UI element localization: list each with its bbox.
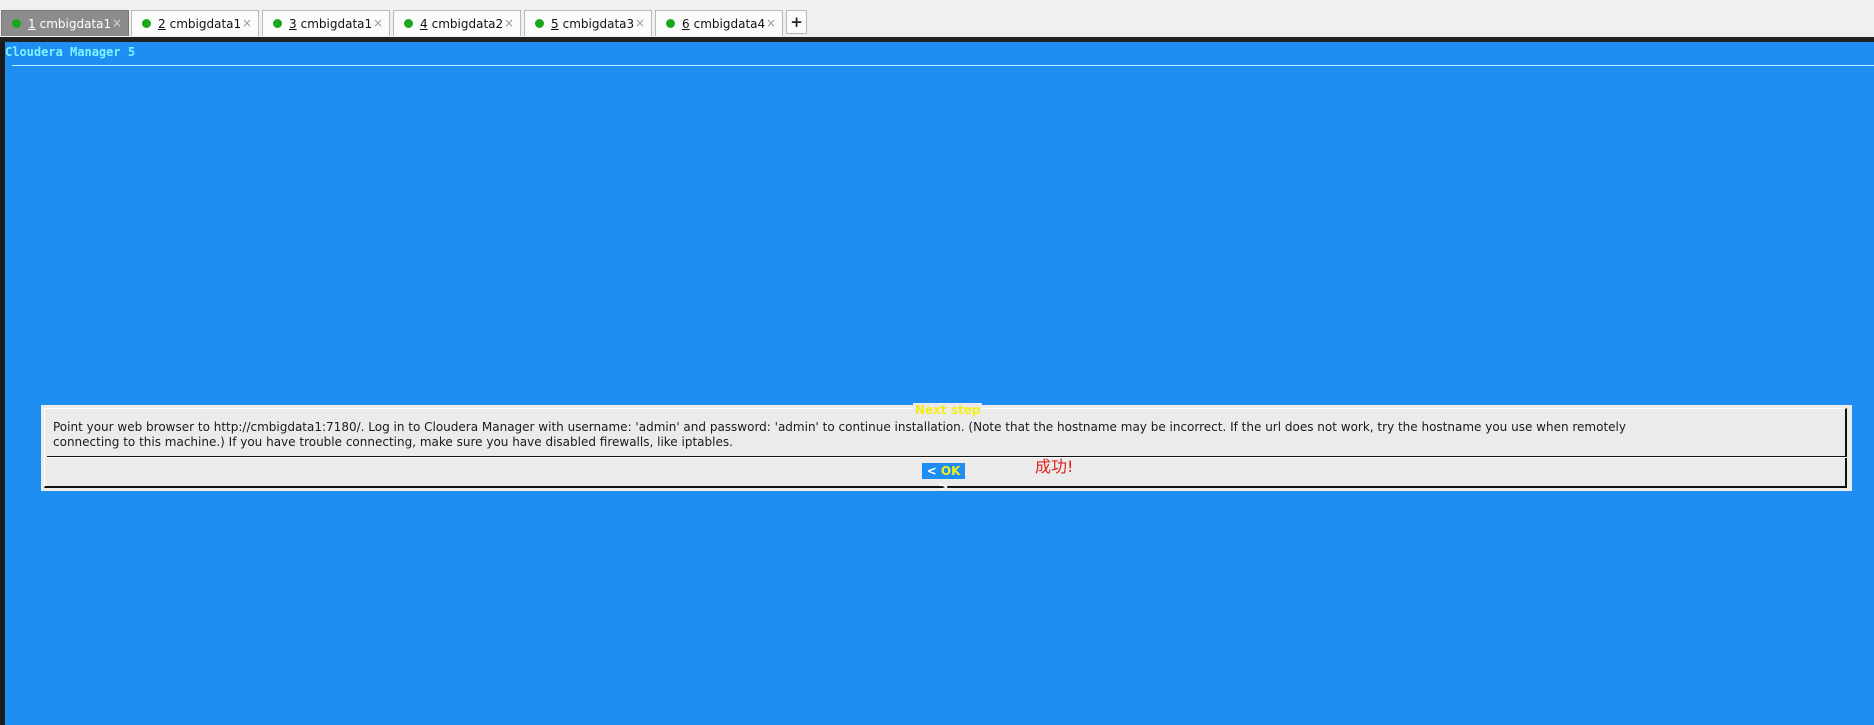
close-icon[interactable]: × (504, 16, 514, 30)
close-icon[interactable]: × (635, 16, 645, 30)
tab-5[interactable]: 5 cmbigdata3 × (524, 10, 652, 36)
tab-label: cmbigdata3 (562, 16, 635, 31)
tab-label: cmbigdata4 (693, 16, 766, 31)
tab-label: cmbigdata1 (39, 16, 112, 31)
tab-number: 1 (28, 16, 36, 31)
ok-left-bracket: < (926, 464, 937, 478)
close-icon[interactable]: × (373, 16, 383, 30)
ok-right-bracket: > (938, 480, 949, 494)
tab-number: 4 (420, 16, 428, 31)
close-icon[interactable]: × (242, 16, 252, 30)
tab-6[interactable]: 6 cmbigdata4 × (655, 10, 783, 36)
close-icon[interactable]: × (766, 16, 776, 30)
connection-status-icon (404, 19, 413, 28)
tab-1[interactable]: 1 cmbigdata1 × (1, 10, 129, 36)
ok-label: OK (940, 464, 961, 478)
success-annotation: 成功! (1035, 457, 1074, 476)
tab-4[interactable]: 4 cmbigdata2 × (393, 10, 521, 36)
close-icon[interactable]: × (112, 16, 122, 30)
backtitle-underline (12, 65, 1874, 66)
backtitle: Cloudera Manager 5 (5, 45, 136, 59)
ok-button[interactable]: < OK > (922, 463, 965, 494)
tab-number: 2 (158, 16, 166, 31)
connection-status-icon (666, 19, 675, 28)
tab-2[interactable]: 2 cmbigdata1 × (131, 10, 259, 36)
dialog-message-line-1: Point your web browser to http://cmbigda… (53, 420, 1626, 434)
dialog-title: Next step (913, 403, 983, 417)
tab-number: 6 (682, 16, 690, 31)
dialog-message-line-2: connecting to this machine.) If you have… (53, 435, 733, 449)
connection-status-icon (142, 19, 151, 28)
connection-status-icon (535, 19, 544, 28)
tab-number: 3 (289, 16, 297, 31)
connection-status-icon (273, 19, 282, 28)
tab-bar: 1 cmbigdata1 × 2 cmbigdata1 × 3 cmbigdat… (0, 0, 1874, 39)
tab-number: 5 (551, 16, 559, 31)
next-step-dialog: Next step Point your web browser to http… (41, 403, 1853, 494)
tab-label: cmbigdata2 (431, 16, 504, 31)
tab-label: cmbigdata1 (300, 16, 373, 31)
new-tab-button[interactable]: + (786, 10, 807, 34)
connection-status-icon (12, 19, 21, 28)
dialog-separator (47, 456, 1847, 458)
dialog-message: Point your web browser to http://cmbigda… (53, 420, 1853, 450)
tab-label: cmbigdata1 (169, 16, 242, 31)
terminal-screen[interactable]: Cloudera Manager 5 (0, 42, 1874, 725)
tab-3[interactable]: 3 cmbigdata1 × (262, 10, 390, 36)
